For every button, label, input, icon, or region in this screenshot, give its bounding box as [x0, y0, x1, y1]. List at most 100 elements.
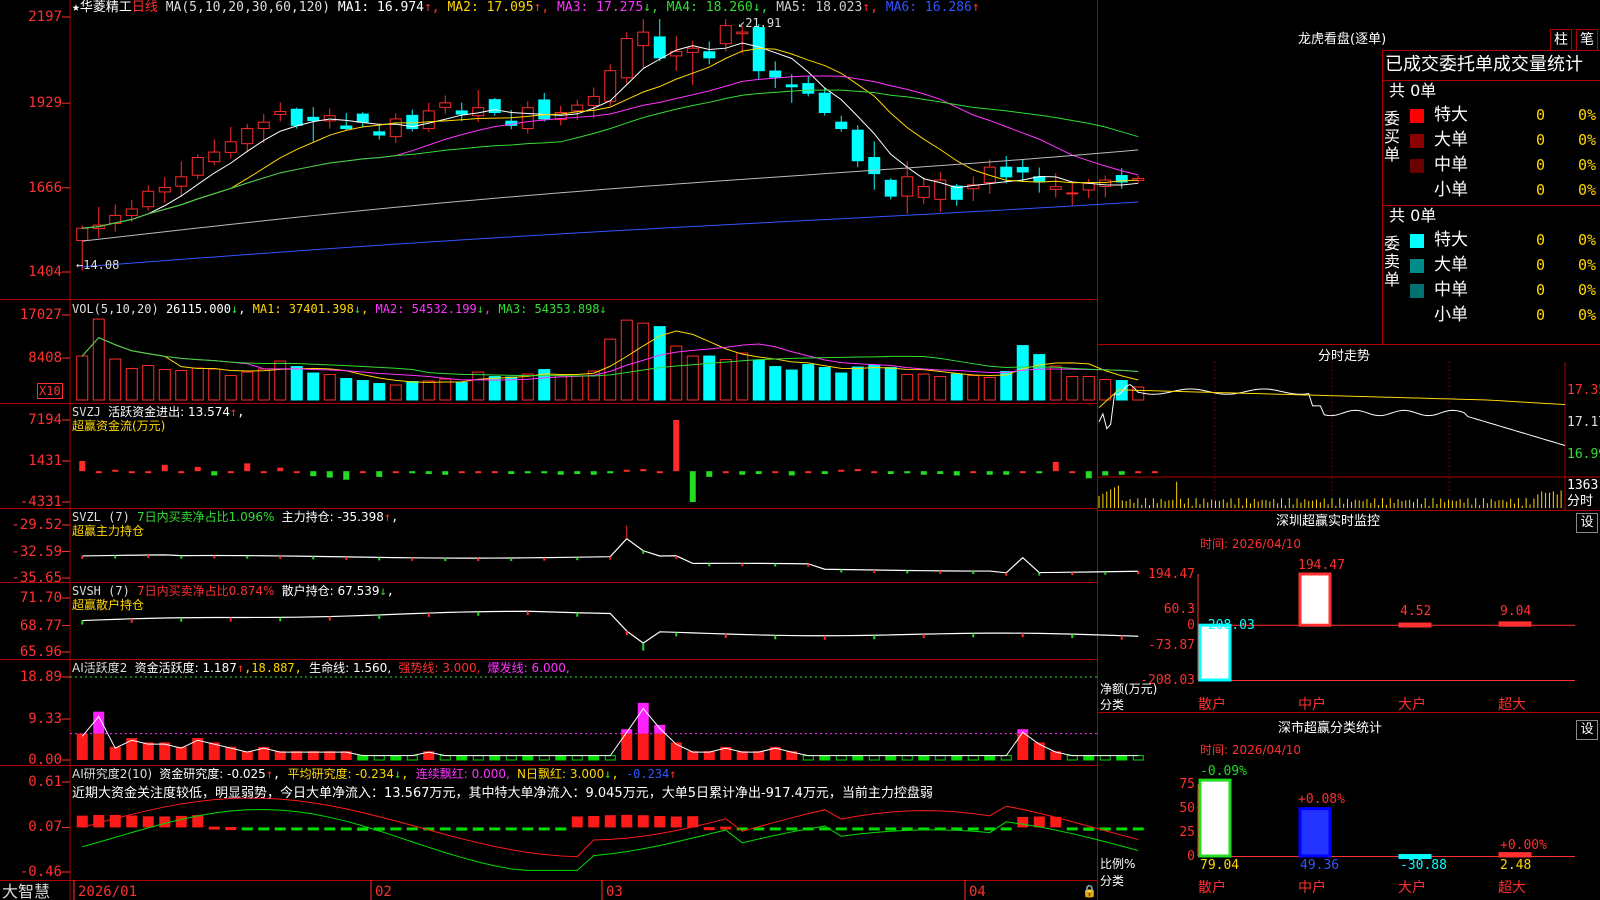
- vol-params: VOL(5,10,20): [72, 302, 159, 316]
- activity-bar: [522, 755, 534, 761]
- volume-bar: [307, 372, 320, 401]
- activity-bar: [1083, 755, 1095, 761]
- volume-bar: [884, 367, 897, 401]
- order-color-swatch: [1410, 259, 1424, 273]
- candle-body: [538, 99, 551, 120]
- research-bar: [654, 816, 666, 828]
- volume-bar: [505, 376, 518, 401]
- fund-flow-bar: [128, 471, 135, 474]
- svzj-tick: 7194: [28, 412, 62, 428]
- activity-bar: [885, 755, 897, 761]
- svsh-tick-label: 65.96: [19, 644, 62, 660]
- activity-bar: [390, 755, 402, 761]
- activity-bar: [1099, 755, 1111, 761]
- fl-settings-button[interactable]: 设: [1576, 720, 1598, 740]
- activity-bar: [835, 755, 847, 761]
- volume-bar: [835, 372, 848, 401]
- candle-body: [76, 227, 89, 241]
- fl-tick: 0: [1187, 849, 1195, 864]
- fund-flow-bar: [706, 471, 713, 477]
- activity-bar: [472, 755, 484, 761]
- favorite-star-icon[interactable]: ★: [72, 0, 80, 15]
- candle-body: [389, 118, 402, 138]
- activity-bar: [951, 755, 963, 761]
- activity-bar: [571, 755, 583, 761]
- candle-body: [373, 131, 386, 136]
- volume-bar: [769, 366, 782, 401]
- ai2-last-arrow: ↑: [669, 767, 677, 781]
- main-chart-area[interactable]: [0, 0, 1600, 900]
- ai2-tick: 0.07: [28, 819, 62, 836]
- order-pct: 0%: [1578, 131, 1597, 149]
- candle-body: [868, 157, 881, 175]
- candle-body: [224, 141, 237, 153]
- research-bar: [208, 826, 220, 830]
- vol-unit-badge[interactable]: X10: [37, 383, 63, 399]
- fl-category: 大户: [1398, 880, 1426, 896]
- volume-bar: [802, 364, 815, 401]
- activity-bar: [175, 746, 187, 760]
- volume-bar: [76, 355, 89, 401]
- orders-total: 共 0单: [1389, 81, 1437, 100]
- activity-bar: [538, 755, 550, 761]
- fund-flow-bar: [392, 471, 399, 474]
- research-bar: [76, 815, 88, 828]
- ma-params: MA(5,10,20,30,60,120): [165, 0, 331, 15]
- order-count: 0: [1536, 256, 1546, 274]
- order-type-label: 特大: [1434, 230, 1468, 250]
- fund-flow-bar: [475, 471, 482, 474]
- activity-bar: [505, 755, 517, 761]
- research-bar: [555, 827, 567, 831]
- fund-flow-bar: [112, 469, 119, 472]
- activity-bar: [76, 733, 88, 760]
- research-bar: [142, 816, 154, 828]
- ai1-tick: 18.89: [19, 669, 62, 685]
- candle-body: [175, 176, 188, 187]
- pen-mode-button[interactable]: 笔: [1576, 29, 1598, 51]
- candle-body: [274, 111, 287, 115]
- sz-bar: [1298, 572, 1332, 627]
- ma4-line: [82, 89, 1139, 229]
- volume-bar: [1082, 376, 1095, 401]
- bar-mode-button[interactable]: 柱: [1550, 29, 1572, 51]
- sz-settings-button[interactable]: 设: [1576, 513, 1598, 533]
- fl-bar: [1198, 778, 1232, 858]
- fs-price-line: [1098, 383, 1566, 446]
- volume-bar: [901, 374, 914, 401]
- candle-body: [835, 121, 848, 130]
- order-type-label: 小单: [1434, 180, 1468, 200]
- fund-flow-bar: [260, 471, 267, 474]
- fund-flow-bar: [689, 471, 696, 502]
- fund-flow-bar: [425, 471, 432, 475]
- fund-flow-bar: [722, 471, 729, 474]
- research-bar: [670, 816, 682, 828]
- ma4-arrow: ↓,: [752, 0, 777, 15]
- lhb-tabs[interactable]: 已成交委托单成交量统计: [1385, 55, 1600, 75]
- fl-title: 深市超赢分类统计: [1278, 721, 1383, 736]
- stock-name: 华菱精工: [79, 0, 132, 15]
- fund-flow-bar: [1036, 471, 1043, 474]
- activity-bar: [109, 746, 121, 760]
- research-bar: [159, 816, 171, 828]
- fund-flow-bar: [739, 471, 746, 475]
- candle-body: [637, 31, 650, 47]
- period-label[interactable]: 日线: [132, 0, 158, 15]
- volume-bar: [92, 318, 105, 401]
- candle-body: [901, 176, 914, 197]
- activity-bar: [373, 755, 385, 761]
- candle-body: [1016, 166, 1029, 173]
- research-bar: [274, 827, 286, 831]
- ai2-last: -0.234: [625, 767, 670, 781]
- fund-flow-bar: [524, 471, 531, 474]
- fund-flow-bar: [376, 471, 383, 477]
- ai1-tick: 9.33: [28, 711, 62, 727]
- order-type-label: 小单: [1434, 305, 1468, 325]
- volume-bar: [1016, 345, 1029, 401]
- activity-bar: [901, 755, 913, 761]
- ai1-desc: 资金活跃度: 1.187: [134, 661, 237, 675]
- lock-icon[interactable]: 🔒: [1082, 884, 1097, 898]
- fl-tick: 25: [1179, 825, 1195, 840]
- svzj-header: SVZJ 活跃资金进出: 13.574↑,: [72, 405, 244, 419]
- svsh-header: SVSH (7) 7日内买卖净占比0.874% 散户持仓: 67.539↓,: [72, 584, 394, 598]
- sz-category: 超大: [1498, 697, 1526, 713]
